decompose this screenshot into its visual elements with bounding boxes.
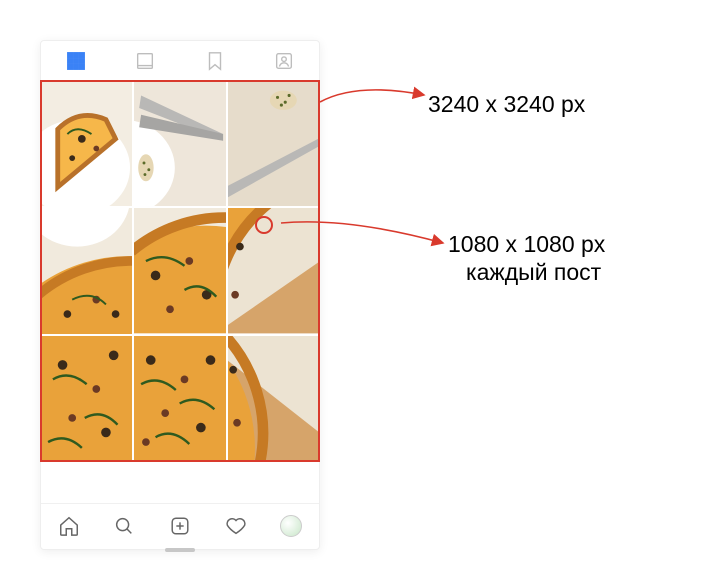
home-indicator (165, 548, 195, 552)
pizza-bottom-right-tile (228, 336, 319, 461)
post-cell[interactable] (134, 336, 225, 461)
pizza-bottom-left-tile (41, 336, 132, 461)
post-cell[interactable] (134, 208, 225, 333)
spacer (41, 461, 319, 503)
nav-search[interactable] (113, 515, 135, 537)
nav-add[interactable] (169, 515, 191, 537)
add-post-icon (169, 515, 191, 537)
post-cell[interactable] (41, 208, 132, 333)
phone-mock (40, 40, 320, 550)
posts-grid (41, 81, 319, 461)
tab-grid[interactable] (65, 50, 87, 72)
bottom-nav-bar (41, 503, 319, 547)
home-icon (58, 515, 80, 537)
nav-profile[interactable] (280, 515, 302, 537)
heart-icon (225, 515, 247, 537)
annotation-single-post: 1080 x 1080 px каждый пост (448, 230, 605, 286)
post-cell[interactable] (228, 208, 319, 333)
post-cell[interactable] (228, 336, 319, 461)
pizza-cutboard-tile (228, 208, 319, 333)
annotation-full-grid: 3240 x 3240 px (428, 90, 585, 118)
annotation-single-post-text: 1080 x 1080 px (448, 231, 605, 257)
annotation-single-post-sub: каждый пост (448, 259, 601, 285)
post-cell[interactable] (228, 81, 319, 206)
post-cell[interactable] (41, 81, 132, 206)
profile-tabs-bar (41, 41, 319, 81)
annotation-full-grid-text: 3240 x 3240 px (428, 91, 585, 117)
bookmark-icon (204, 50, 226, 72)
pizza-center-tile (134, 208, 225, 333)
arrow-full-grid (317, 77, 427, 107)
person-tag-icon (273, 50, 295, 72)
post-cell[interactable] (41, 336, 132, 461)
feed-icon (134, 50, 156, 72)
tab-tagged[interactable] (273, 50, 295, 72)
tab-feed[interactable] (134, 50, 156, 72)
avatar-icon (280, 515, 302, 537)
pizza-edge-tile (41, 208, 132, 333)
posts-grid-3x3 (41, 81, 319, 461)
tab-saved[interactable] (204, 50, 226, 72)
grid-icon (65, 50, 87, 72)
nav-home[interactable] (58, 515, 80, 537)
single-post-highlight (255, 216, 273, 234)
pizza-slice-tile (41, 81, 132, 206)
post-cell[interactable] (134, 81, 225, 206)
search-icon (113, 515, 135, 537)
wood-bg-tile (228, 81, 319, 206)
nav-activity[interactable] (225, 515, 247, 537)
pizza-bottom-center-tile (134, 336, 225, 461)
tongs-tile (134, 81, 225, 206)
